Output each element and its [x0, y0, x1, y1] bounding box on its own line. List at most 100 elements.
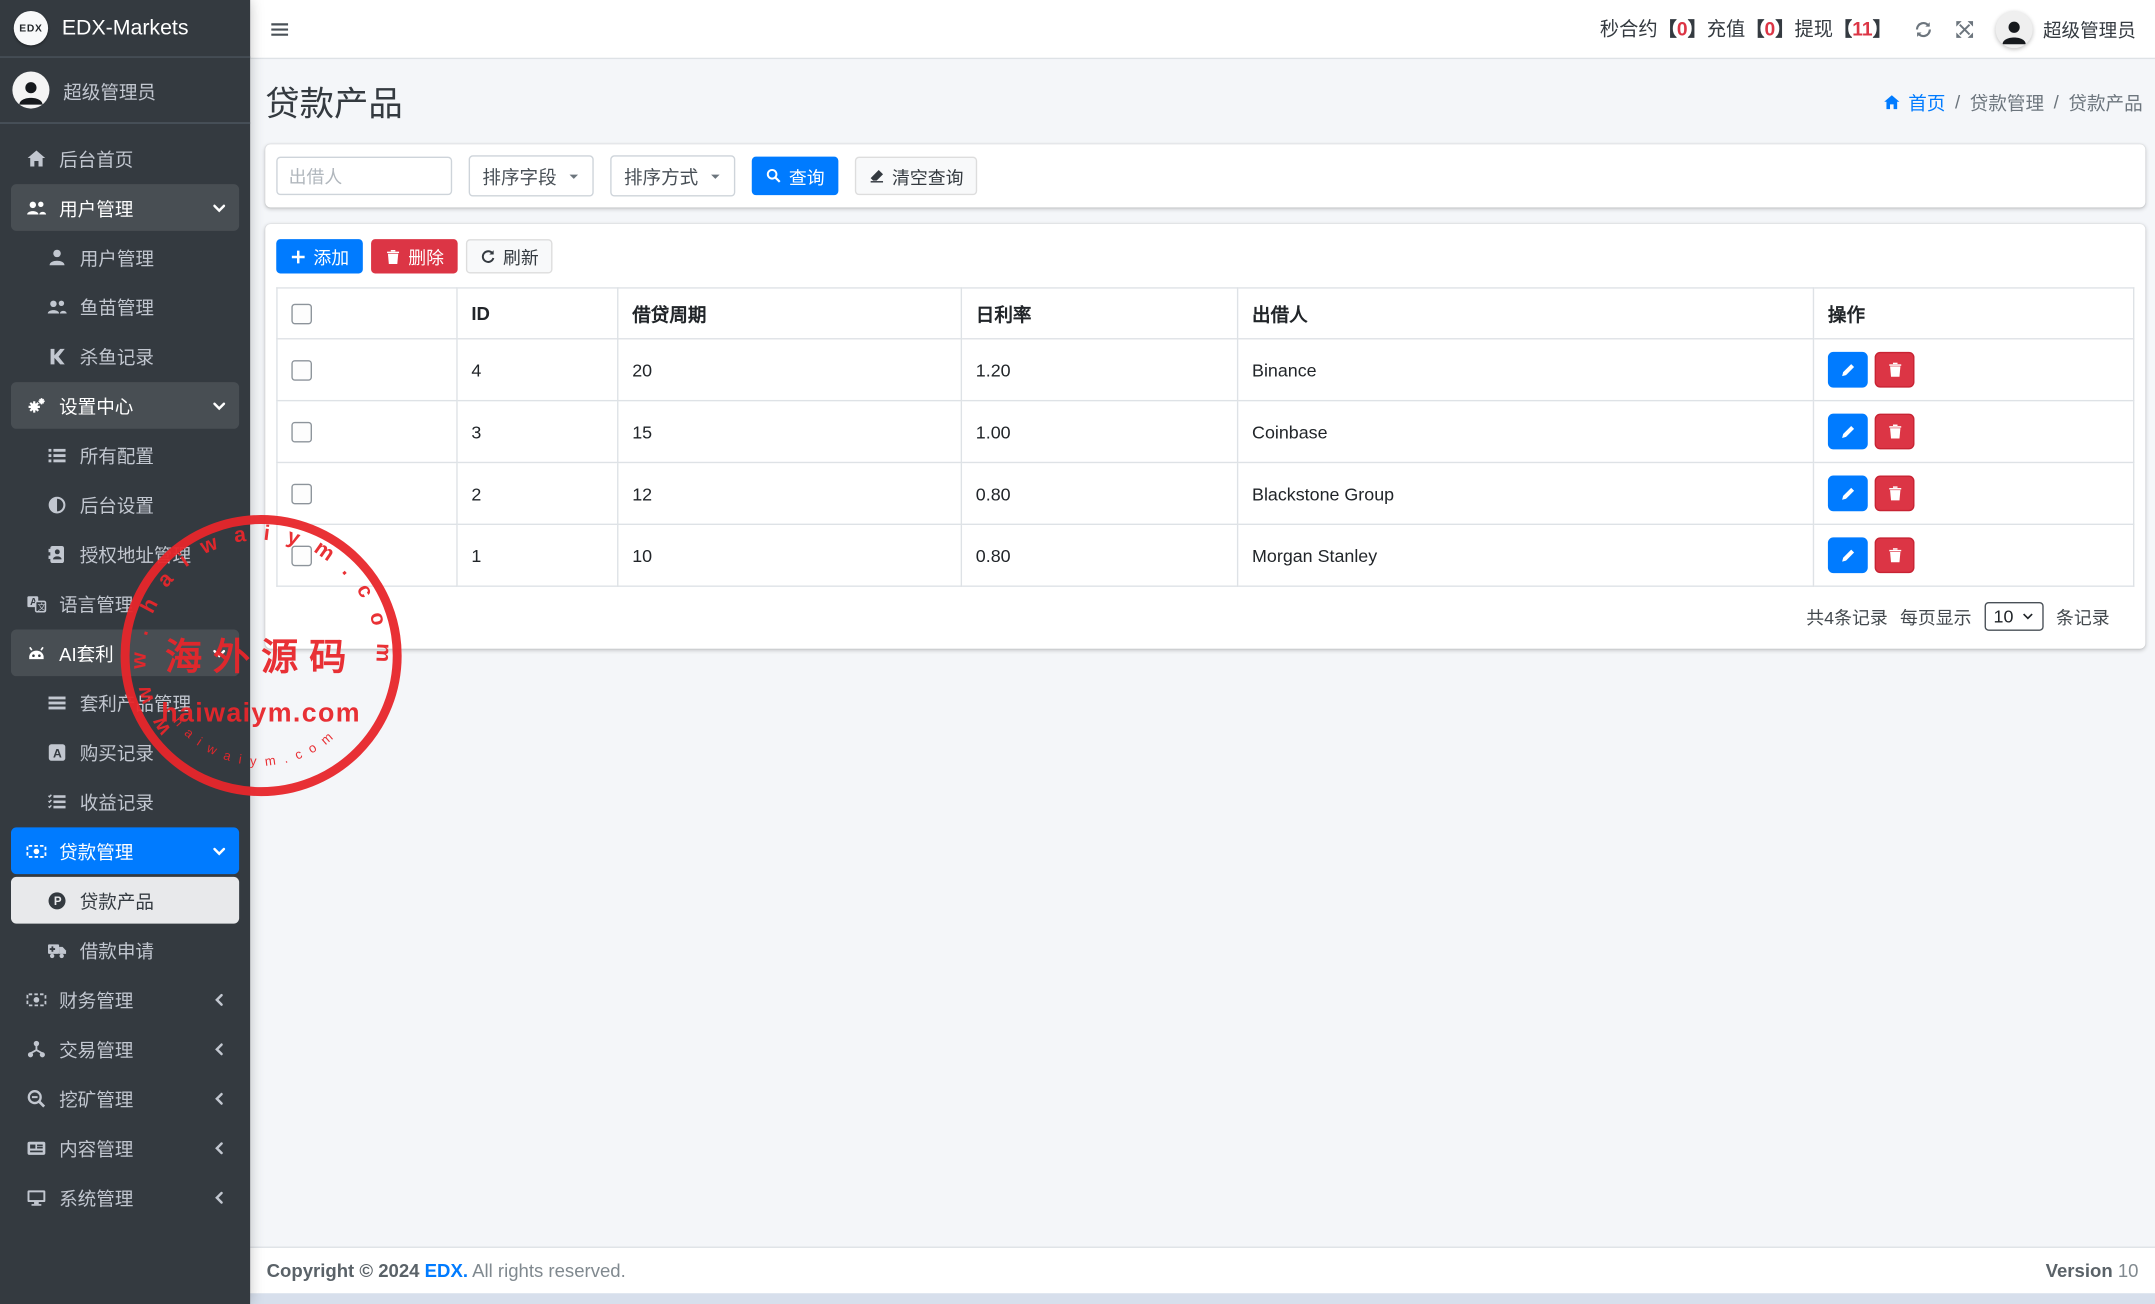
row-checkbox[interactable] [291, 422, 312, 443]
breadcrumb-home-link[interactable]: 首页 [1884, 88, 1946, 115]
sidebar-item[interactable]: 后台设置 [11, 481, 239, 528]
sidebar-item-label: 系统管理 [59, 1183, 133, 1210]
pagination-unit-label: 条记录 [2056, 603, 2110, 629]
add-button[interactable]: 添加 [276, 239, 363, 273]
k-icon [44, 346, 69, 367]
refresh-table-button[interactable]: 刷新 [466, 239, 553, 273]
per-page-select[interactable]: 10 [1984, 602, 2044, 631]
sort-field-select[interactable]: 排序字段 [469, 155, 594, 196]
stat-bracket: 【 [1658, 18, 1677, 40]
sidebar-item[interactable]: AI套利 [11, 629, 239, 676]
clear-search-button-label: 清空查询 [892, 163, 963, 189]
sort-order-select[interactable]: 排序方式 [610, 155, 735, 196]
edit-row-button[interactable] [1828, 476, 1868, 512]
row-checkbox[interactable] [291, 360, 312, 381]
sidebar-item[interactable]: A购买记录 [11, 728, 239, 775]
row-select-cell [277, 524, 457, 586]
user-avatar [12, 71, 49, 108]
chevron-down-icon [212, 843, 227, 858]
sidebar-item[interactable]: 交易管理 [11, 1025, 239, 1072]
sidebar-item[interactable]: 贷款管理 [11, 827, 239, 874]
edit-row-button[interactable] [1828, 414, 1868, 450]
fullscreen-icon[interactable] [1954, 19, 1975, 40]
sidebar-item-label: 借款申请 [80, 936, 154, 963]
select-all-checkbox[interactable] [291, 304, 312, 325]
refresh-icon[interactable] [1912, 19, 1933, 40]
lender-search-input[interactable] [276, 157, 452, 195]
search-minus-icon [23, 1088, 48, 1109]
sidebar-item[interactable]: 财务管理 [11, 976, 239, 1023]
cell-actions [1813, 401, 2133, 463]
home-icon [23, 148, 48, 169]
clear-search-button[interactable]: 清空查询 [855, 157, 977, 195]
delete-button[interactable]: 删除 [371, 239, 458, 273]
sidebar-item[interactable]: 设置中心 [11, 382, 239, 429]
table-row: 1100.80Morgan Stanley [277, 524, 2134, 586]
navbar-avatar [1995, 10, 2032, 47]
sidebar-item[interactable]: 用户管理 [11, 234, 239, 281]
edit-row-button[interactable] [1828, 352, 1868, 388]
sidebar-item-label: 财务管理 [59, 985, 133, 1012]
sidebar-item[interactable]: 鱼苗管理 [11, 283, 239, 330]
row-checkbox[interactable] [291, 546, 312, 567]
sidebar-item[interactable]: 用户管理 [11, 184, 239, 231]
cell-daily-rate: 0.80 [961, 524, 1237, 586]
table-row: 4201.20Binance [277, 339, 2134, 401]
delete-row-button[interactable] [1875, 414, 1915, 450]
rights-text: All rights reserved. [472, 1260, 626, 1281]
cell-daily-rate: 0.80 [961, 462, 1237, 524]
sidebar-item[interactable]: A文语言管理 [11, 580, 239, 627]
cell-daily-rate: 1.20 [961, 339, 1237, 401]
row-select-cell [277, 462, 457, 524]
row-select-cell [277, 339, 457, 401]
sidebar-item[interactable]: 借款申请 [11, 926, 239, 973]
sidebar-item[interactable]: 杀鱼记录 [11, 333, 239, 380]
refresh-icon [480, 248, 496, 264]
col-header-actions: 操作 [1813, 288, 2133, 339]
edit-row-button[interactable] [1828, 537, 1868, 573]
sidebar-item[interactable]: 挖矿管理 [11, 1075, 239, 1122]
row-checkbox[interactable] [291, 484, 312, 505]
search-button[interactable]: 查询 [752, 157, 839, 195]
sidebar-item[interactable]: 套利产品管理 [11, 679, 239, 726]
cell-lender: Coinbase [1238, 401, 1814, 463]
delete-button-label: 删除 [408, 243, 444, 269]
chevron-left-icon [212, 992, 227, 1007]
sidebar: EDX EDX-Markets 超级管理员 后台首页用户管理用户管理鱼苗管理杀鱼… [0, 0, 250, 1304]
sidebar-item[interactable]: 内容管理 [11, 1124, 239, 1171]
svg-text:A: A [52, 746, 61, 760]
footer-brand-link[interactable]: EDX. [425, 1260, 468, 1281]
sidebar-item[interactable]: 所有配置 [11, 432, 239, 479]
col-header-period: 借贷周期 [618, 288, 962, 339]
sidebar-item[interactable]: P贷款产品 [11, 877, 239, 924]
sidebar-item-label: 交易管理 [59, 1035, 133, 1062]
stat-bracket: 【 [1833, 18, 1852, 40]
navbar-username: 超级管理员 [2043, 15, 2136, 42]
svg-text:P: P [53, 895, 61, 907]
navbar-user[interactable]: 超级管理员 [1995, 10, 2136, 47]
cell-lender: Binance [1238, 339, 1814, 401]
copyright: Copyright © 2024 EDX. All rights reserve… [267, 1260, 626, 1281]
sidebar-item[interactable]: 授权地址管理 [11, 531, 239, 578]
sidebar-user-name: 超级管理员 [63, 76, 156, 103]
sidebar-item[interactable]: 后台首页 [11, 135, 239, 182]
a-square-icon: A [44, 741, 69, 762]
horizontal-scrollbar[interactable] [250, 1293, 2155, 1304]
delete-row-button[interactable] [1875, 352, 1915, 388]
breadcrumb-item: 首页 [1908, 88, 1945, 115]
delete-row-button[interactable] [1875, 476, 1915, 512]
delete-row-button[interactable] [1875, 537, 1915, 573]
cell-daily-rate: 1.00 [961, 401, 1237, 463]
brand[interactable]: EDX EDX-Markets [0, 0, 250, 58]
col-header-rate: 日利率 [961, 288, 1237, 339]
cell-period: 12 [618, 462, 962, 524]
sidebar-item-label: 挖矿管理 [59, 1084, 133, 1111]
content: 贷款产品 首页/贷款管理/贷款产品 排序字段 排序方式 查询 [250, 59, 2155, 1246]
table-header-row: ID 借贷周期 日利率 出借人 操作 [277, 288, 2134, 339]
cell-period: 10 [618, 524, 962, 586]
sidebar-item[interactable]: 收益记录 [11, 778, 239, 825]
menu-toggle-icon[interactable] [269, 19, 290, 40]
sidebar-item[interactable]: 系统管理 [11, 1174, 239, 1221]
table-row: 3151.00Coinbase [277, 401, 2134, 463]
sidebar-user-panel: 超级管理员 [0, 58, 250, 124]
